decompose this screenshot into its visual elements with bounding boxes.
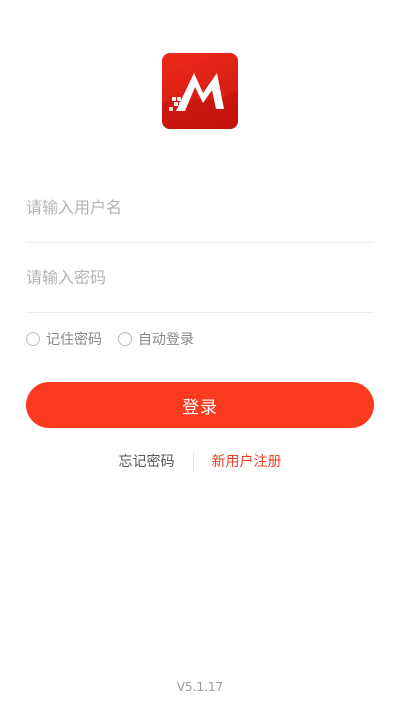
auto-login-option[interactable]: 自动登录	[118, 329, 194, 349]
password-field	[26, 242, 374, 313]
brand-m-logo-icon	[162, 73, 238, 129]
register-link[interactable]: 新用户注册	[212, 451, 282, 471]
remember-password-radio-icon[interactable]	[26, 332, 40, 346]
forgot-password-link[interactable]: 忘记密码	[119, 451, 175, 471]
account-links: 忘记密码 新用户注册	[0, 450, 400, 472]
login-page: 记住密码 自动登录 登录 忘记密码 新用户注册 V5.1.17	[0, 0, 400, 716]
username-field	[26, 172, 374, 243]
login-options: 记住密码 自动登录	[26, 328, 210, 350]
auto-login-radio-icon[interactable]	[118, 332, 132, 346]
remember-password-label: 记住密码	[46, 332, 102, 348]
app-logo	[162, 53, 238, 129]
remember-password-option[interactable]: 记住密码	[26, 329, 102, 349]
username-input[interactable]	[26, 172, 374, 242]
password-input[interactable]	[26, 242, 374, 312]
links-divider	[192, 452, 194, 470]
version-label: V5.1.17	[176, 680, 224, 694]
login-button[interactable]: 登录	[26, 382, 374, 428]
auto-login-label: 自动登录	[138, 332, 194, 348]
